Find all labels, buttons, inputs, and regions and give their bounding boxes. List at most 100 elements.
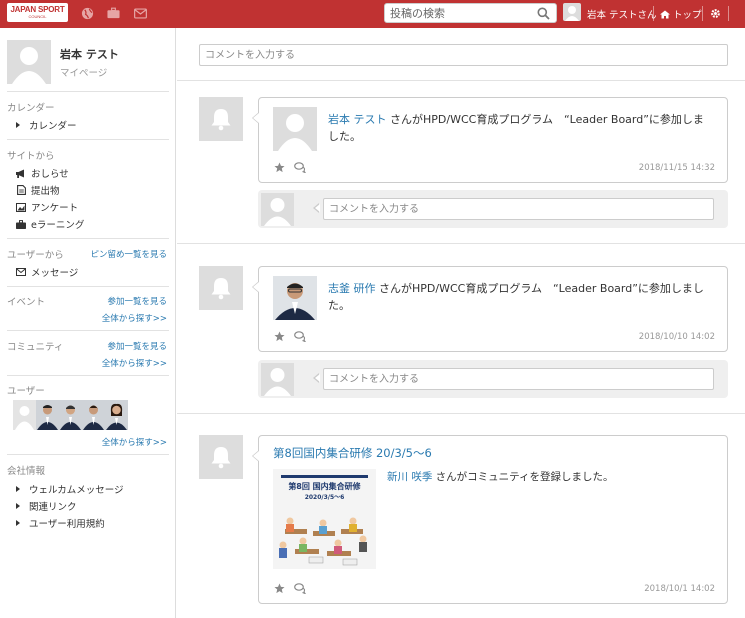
divider <box>177 80 745 81</box>
divider <box>728 6 729 21</box>
sidebar-item-label: 関連リンク <box>29 502 77 513</box>
briefcase-icon[interactable] <box>106 6 120 20</box>
profile-avatar[interactable] <box>7 40 51 84</box>
divider <box>653 6 654 21</box>
comment-icon[interactable] <box>294 331 307 343</box>
caret-right-icon <box>16 520 20 526</box>
sidebar-item-label: メッセージ <box>31 268 79 279</box>
user-thumbnail[interactable] <box>36 400 59 430</box>
sidebar-item-links[interactable]: 関連リンク <box>16 499 77 513</box>
logo-subtext: COUNCIL <box>28 14 47 19</box>
post-author-link[interactable]: 志釜 研作 <box>328 282 376 295</box>
top-comment-field <box>199 44 728 66</box>
community-joined-link[interactable]: 参加一覧を見る <box>107 340 167 352</box>
bell-icon <box>211 109 231 131</box>
search-icon[interactable] <box>537 7 550 20</box>
envelope-icon <box>16 267 26 277</box>
sidebar-item-elearning[interactable]: eラーニング <box>16 217 84 231</box>
post-date: 2018/11/15 14:32 <box>638 163 715 173</box>
mypage-link[interactable]: マイページ <box>60 65 107 79</box>
sidebar-item-submissions[interactable]: 提出物 <box>16 183 60 197</box>
divider <box>177 243 745 244</box>
sidebar-item-label: ユーザー利用規約 <box>29 519 105 530</box>
document-icon <box>16 185 26 195</box>
post-author-avatar[interactable] <box>273 276 317 320</box>
post-author-link[interactable]: 新川 咲季 <box>387 471 432 483</box>
site-heading: サイトから <box>7 151 55 162</box>
event-joined-link[interactable]: 参加一覧を見る <box>107 295 167 307</box>
user-avatar[interactable] <box>563 3 581 21</box>
jsc-logo[interactable]: JAPAN SPORT COUNCIL <box>7 3 68 22</box>
reply-field <box>323 368 714 390</box>
user-thumbnail[interactable] <box>13 400 36 430</box>
envelope-icon[interactable] <box>133 6 147 20</box>
comment-icon[interactable] <box>294 583 307 595</box>
notification-avatar <box>199 97 243 141</box>
home-icon <box>660 10 670 18</box>
reply-box <box>258 190 728 228</box>
post-date: 2018/10/1 14:02 <box>644 584 715 594</box>
sidebar-item-survey[interactable]: アンケート <box>16 200 78 214</box>
comment-input[interactable] <box>324 199 713 219</box>
sidebar-item-calendar[interactable]: カレンダー <box>16 118 77 132</box>
divider <box>702 6 703 21</box>
star-icon[interactable] <box>274 162 285 173</box>
divider <box>7 139 169 140</box>
community-title-link[interactable]: 第8回国内集合研修 20/3/5〜6 <box>273 445 432 461</box>
sidebar: 岩本 テスト マイページ カレンダー カレンダー サイトから おしらせ 提出物 … <box>0 28 176 618</box>
post-text: 岩本 テスト さんがHPD/WCC育成プログラム “Leader Board”に… <box>328 111 713 145</box>
caret-right-icon <box>16 122 20 128</box>
user-from-heading: ユーザーから <box>7 250 64 261</box>
post-text: 志釜 研作 さんがHPD/WCC育成プログラム “Leader Board”に参… <box>328 280 713 314</box>
divider <box>7 286 169 287</box>
post-author-avatar[interactable] <box>273 107 317 151</box>
sidebar-item-messages[interactable]: メッセージ <box>16 265 78 279</box>
comment-input[interactable] <box>324 369 713 389</box>
comment-icon[interactable] <box>294 162 307 174</box>
reply-avatar <box>261 193 294 226</box>
profile-name[interactable]: 岩本 テスト <box>60 46 119 62</box>
sidebar-item-label: カレンダー <box>29 121 77 132</box>
divider <box>177 413 745 414</box>
top-navigation-bar: JAPAN SPORT COUNCIL 岩本 テストさん トップ <box>0 0 745 28</box>
star-icon[interactable] <box>274 583 285 594</box>
globe-icon[interactable] <box>80 6 94 20</box>
sidebar-item-welcome[interactable]: ウェルカムメッセージ <box>16 482 124 496</box>
post-date: 2018/10/10 14:02 <box>638 332 715 342</box>
sidebar-item-terms[interactable]: ユーザー利用規約 <box>16 516 105 530</box>
users-browse-link[interactable]: 全体から探す>> <box>102 436 167 448</box>
users-heading: ユーザー <box>7 386 45 397</box>
company-heading: 会社情報 <box>7 466 46 477</box>
divider <box>7 375 169 376</box>
sidebar-item-notices[interactable]: おしらせ <box>16 166 69 180</box>
reply-box <box>258 360 728 398</box>
search-input[interactable] <box>390 6 535 20</box>
feed-post-card: 志釜 研作 さんがHPD/WCC育成プログラム “Leader Board”に参… <box>252 266 728 352</box>
user-thumbnail[interactable] <box>82 400 105 430</box>
star-icon[interactable] <box>274 331 285 342</box>
profile-block[interactable]: 岩本 テスト マイページ <box>7 40 172 88</box>
megaphone-icon <box>16 168 26 178</box>
user-thumbnail[interactable] <box>105 400 128 430</box>
feed-post-card: 第8回国内集合研修 20/3/5〜6 第8回 国内集合研修 2020/3/5〜6 <box>252 435 728 604</box>
community-image[interactable]: 第8回 国内集合研修 2020/3/5〜6 <box>273 469 376 569</box>
comment-input[interactable] <box>200 45 727 65</box>
user-thumbnail[interactable] <box>59 400 82 430</box>
top-link[interactable]: トップ <box>660 7 702 21</box>
divider <box>7 330 169 331</box>
post-body: さんがコミュニティを登録しました。 <box>432 471 614 483</box>
divider <box>7 91 169 92</box>
post-author-link[interactable]: 岩本 テスト <box>328 113 387 126</box>
gear-icon[interactable] <box>708 6 722 20</box>
event-browse-link[interactable]: 全体から探す>> <box>102 312 167 324</box>
user-name-link[interactable]: 岩本 テストさん <box>587 7 657 21</box>
bell-icon <box>211 447 231 469</box>
sidebar-item-label: アンケート <box>31 203 79 214</box>
calendar-heading: カレンダー <box>7 103 55 114</box>
community-browse-link[interactable]: 全体から探す>> <box>102 357 167 369</box>
top-link-label: トップ <box>673 10 702 21</box>
chart-icon <box>16 202 26 212</box>
pin-list-link[interactable]: ピン留め一覧を見る <box>90 248 167 260</box>
logo-text: JAPAN SPORT <box>10 5 65 14</box>
notification-avatar <box>199 435 243 479</box>
